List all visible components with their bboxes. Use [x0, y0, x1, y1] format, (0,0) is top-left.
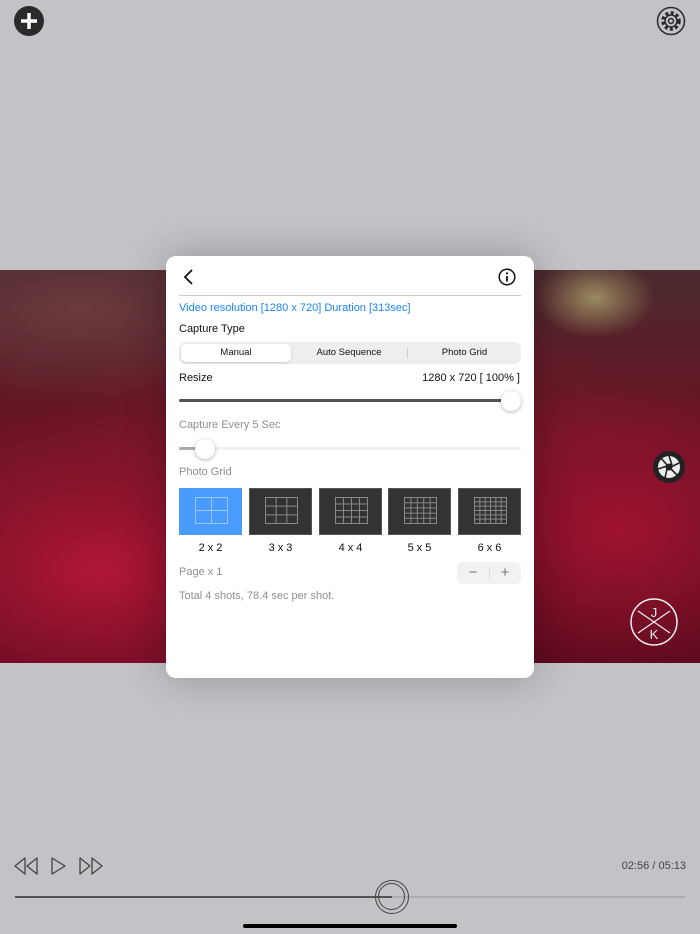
capture-type-label: Capture Type [179, 323, 245, 335]
segment-photo-grid[interactable]: Photo Grid [408, 342, 521, 364]
capture-every-slider-knob[interactable] [195, 439, 216, 459]
capture-settings-panel: Video resolution [1280 x 720] Duration [… [166, 256, 534, 678]
capture-every-slider[interactable] [179, 447, 521, 450]
resize-slider-knob[interactable] [501, 391, 521, 411]
grid-option-label: 4 x 4 [338, 542, 363, 554]
fast-forward-button[interactable] [78, 856, 104, 876]
grid-option-3x3[interactable] [249, 488, 312, 535]
grid-icon [265, 497, 298, 524]
grid-option-label: 3 x 3 [268, 542, 293, 554]
stepper-minus-button[interactable]: − [457, 562, 489, 584]
grid-option-4x4[interactable] [319, 488, 382, 535]
page-stepper: − + [457, 562, 521, 584]
video-info: Video resolution [1280 x 720] Duration [… [179, 302, 411, 314]
grid-icon [335, 497, 368, 524]
rewind-button[interactable] [13, 856, 39, 876]
home-indicator [243, 924, 457, 928]
scrubber-knob[interactable] [374, 880, 409, 914]
capture-every-label: Capture Every 5 Sec [179, 419, 281, 431]
grid-option-label: 2 x 2 [198, 542, 223, 554]
plus-icon [21, 13, 37, 29]
gear-icon [656, 6, 686, 36]
playback-scrubber[interactable] [15, 896, 685, 898]
jk-logo: JK [629, 597, 679, 647]
grid-option-label: 5 x 5 [407, 542, 432, 554]
grid-option-5x5[interactable] [388, 488, 451, 535]
camera-shutter-icon [657, 455, 680, 479]
segment-auto-sequence[interactable]: Auto Sequence [292, 342, 406, 364]
grid-icon [195, 497, 228, 524]
settings-button[interactable] [656, 6, 686, 36]
grid-option-2x2[interactable] [179, 488, 242, 535]
svg-text:K: K [650, 627, 659, 642]
summary-text: Total 4 shots, 78.4 sec per shot. [179, 590, 335, 602]
grid-icon [404, 497, 437, 524]
resize-label: Resize [179, 372, 213, 384]
svg-text:J: J [651, 605, 658, 620]
shutter-button[interactable] [653, 451, 685, 483]
photo-grid-label: Photo Grid [179, 466, 232, 478]
divider [179, 295, 521, 296]
info-icon[interactable] [498, 268, 516, 286]
resize-slider[interactable] [179, 399, 521, 402]
page-label: Page x 1 [179, 566, 223, 578]
add-button[interactable] [14, 6, 44, 36]
back-chevron-icon[interactable] [182, 268, 194, 286]
playback-time: 02:56 / 05:13 [621, 860, 686, 872]
stepper-plus-button[interactable]: + [489, 562, 521, 584]
play-button[interactable] [50, 856, 68, 876]
grid-option-label: 6 x 6 [477, 542, 502, 554]
grid-icon [474, 497, 507, 524]
resize-value: 1280 x 720 [ 100% ] [422, 372, 520, 384]
grid-option-6x6[interactable] [458, 488, 521, 535]
capture-type-segmented-control: Manual Auto Sequence Photo Grid [179, 342, 521, 364]
segment-manual[interactable]: Manual [181, 344, 291, 362]
